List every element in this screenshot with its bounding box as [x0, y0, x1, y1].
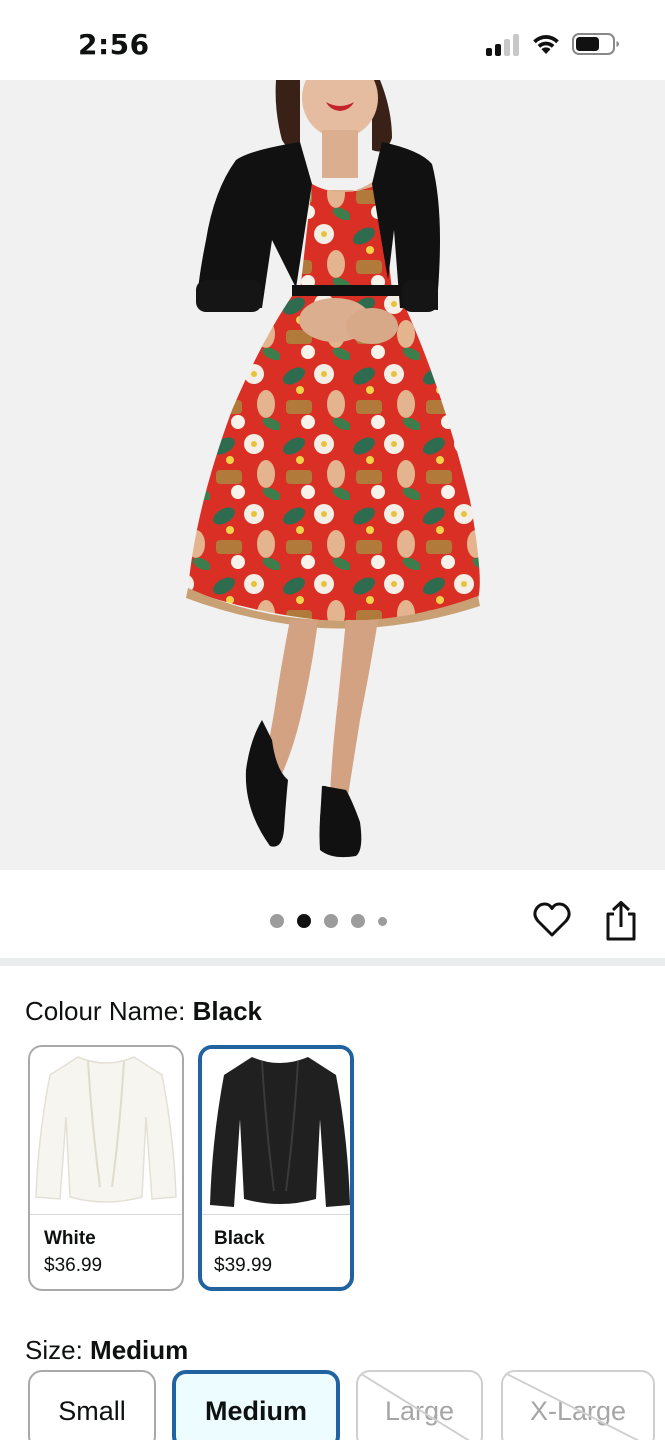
- unavailable-strike-icon: [358, 1372, 470, 1440]
- status-time: 2:56: [78, 28, 150, 61]
- size-option-x-large[interactable]: X-Large: [501, 1370, 655, 1440]
- white-cardigan-thumbnail: [30, 1047, 182, 1215]
- colour-label: Colour Name:: [25, 996, 193, 1026]
- pagination-dot[interactable]: [351, 914, 365, 928]
- size-heading: Size: Medium: [25, 1335, 188, 1366]
- colour-selected-value: Black: [192, 996, 263, 1026]
- heart-icon[interactable]: [532, 900, 572, 940]
- colour-option-black[interactable]: Black $39.99: [198, 1045, 354, 1291]
- size-selected-value: Medium: [90, 1335, 189, 1365]
- black-cardigan-thumbnail: [202, 1049, 350, 1215]
- size-option-label: Medium: [204, 1396, 307, 1426]
- size-option-label: Small: [58, 1396, 126, 1426]
- colour-option-price: $39.99: [214, 1255, 273, 1276]
- colour-option-name: White: [44, 1228, 96, 1249]
- unavailable-strike-icon: [503, 1372, 640, 1440]
- size-option-large[interactable]: Large: [356, 1370, 483, 1440]
- image-pagination[interactable]: [270, 914, 387, 928]
- pagination-dot-active[interactable]: [297, 914, 311, 928]
- wifi-icon: [533, 35, 559, 54]
- colour-option-white[interactable]: White $36.99: [28, 1045, 184, 1291]
- pagination-dot[interactable]: [378, 916, 387, 926]
- colour-option-name: Black: [214, 1228, 265, 1249]
- gallery-controls: [0, 870, 665, 958]
- status-bar: 2:56: [0, 0, 665, 80]
- colour-heading: Colour Name: Black: [25, 996, 262, 1027]
- size-option-medium[interactable]: Medium: [172, 1370, 340, 1440]
- share-icon[interactable]: [602, 900, 640, 942]
- battery-icon: [572, 33, 619, 55]
- dress-illustration: [186, 80, 480, 858]
- section-divider: [0, 958, 665, 966]
- size-label: Size:: [25, 1335, 91, 1365]
- colour-option-price: $36.99: [44, 1255, 103, 1276]
- pagination-dot[interactable]: [270, 914, 284, 928]
- product-image[interactable]: [0, 80, 665, 870]
- size-option-small[interactable]: Small: [28, 1370, 156, 1440]
- cellular-signal-icon: [486, 34, 520, 56]
- pagination-dot[interactable]: [324, 914, 338, 928]
